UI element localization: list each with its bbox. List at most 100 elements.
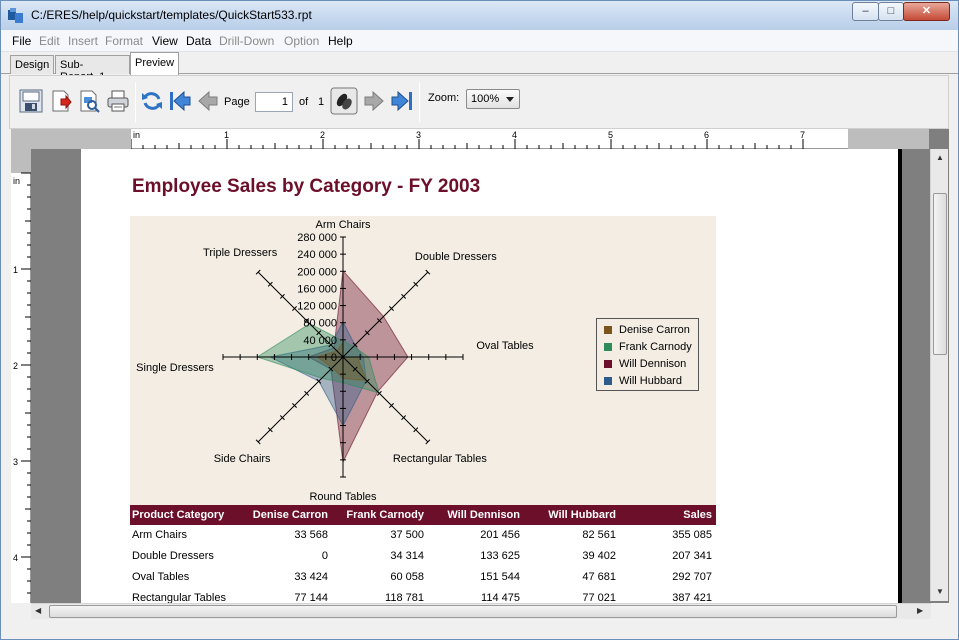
page-setup-icon[interactable] — [77, 89, 101, 113]
ruler-label: 3 — [13, 457, 18, 467]
status-bar — [1, 621, 958, 639]
goto-page-icon[interactable] — [330, 87, 358, 115]
radar-tick-label: 40 000 — [303, 335, 337, 347]
ruler-unit: in — [133, 130, 141, 140]
close-button[interactable]: ✕ — [903, 2, 950, 21]
report-preview-area[interactable]: 1 2 3 4 5 6 7 in 1 2 3 4 in Employee Sales by Cat… — [11, 129, 949, 603]
tab-sub-report[interactable]: Sub-Report_1 — [55, 55, 130, 83]
preview-toolbar: Page 1 of 1 Zoom: 100% — [9, 75, 949, 129]
horizontal-ruler: 1 2 3 4 5 6 7 in — [31, 129, 929, 149]
view-tabs: Design Sub-Report_1 Preview — [1, 52, 958, 83]
ruler-unit: in — [13, 176, 21, 186]
zoom-label: Zoom: — [428, 92, 460, 104]
scroll-up-icon[interactable]: ▲ — [936, 153, 944, 162]
print-icon[interactable] — [106, 89, 130, 113]
page-number-input[interactable]: 1 — [255, 92, 293, 112]
table-cell: 133 625 — [480, 550, 520, 562]
table-cell: 387 421 — [672, 592, 712, 603]
column-header: Will Hubbard — [548, 509, 616, 521]
ruler-label: 4 — [13, 553, 18, 563]
table-cell: Oval Tables — [132, 571, 190, 583]
toolbar-separator — [419, 82, 420, 122]
app-window: C:/ERES/help/quickstart/templates/QuickS… — [0, 0, 959, 640]
toolbar-separator — [135, 82, 136, 122]
table-cell: 39 402 — [582, 550, 616, 562]
table-row: Double Dressers 0 34 314 133 625 39 402 … — [130, 546, 716, 567]
radar-tick-label: 240 000 — [297, 249, 337, 261]
table-cell: 114 475 — [481, 592, 520, 603]
chart-legend: Denise Carron Frank Carnody Will Denniso… — [596, 318, 699, 391]
scroll-left-icon[interactable]: ◀ — [35, 606, 41, 615]
export-icon[interactable] — [49, 89, 73, 113]
table-cell: 77 144 — [294, 592, 328, 603]
menu-edit[interactable]: Edit — [39, 34, 60, 48]
table-header: Product Category Denise Carron Frank Car… — [130, 505, 716, 525]
menu-drill-down[interactable]: Drill-Down — [219, 34, 274, 48]
legend-swatch — [604, 360, 612, 368]
ruler-label: 6 — [704, 130, 709, 140]
last-page-icon[interactable] — [390, 89, 414, 113]
tab-preview[interactable]: Preview — [130, 52, 179, 75]
menu-view[interactable]: View — [152, 34, 178, 48]
first-page-icon[interactable] — [168, 89, 192, 113]
zoom-select[interactable]: 100% — [466, 89, 520, 109]
radar-tick-label: 0 — [331, 352, 337, 364]
column-header: Will Dennison — [447, 509, 520, 521]
ruler-label: 7 — [800, 130, 805, 140]
menu-data[interactable]: Data — [186, 34, 211, 48]
table-cell: Rectangular Tables — [132, 592, 226, 603]
tab-design[interactable]: Design — [10, 55, 54, 74]
radar-tick-label: 120 000 — [297, 301, 337, 313]
horizontal-scroll-thumb[interactable] — [49, 605, 897, 618]
menu-option[interactable]: Option — [284, 34, 319, 48]
table-cell: 37 500 — [390, 529, 424, 541]
ruler-label: 5 — [608, 130, 613, 140]
scroll-right-icon[interactable]: ▶ — [917, 606, 923, 615]
previous-page-icon[interactable] — [196, 89, 220, 113]
column-header: Product Category — [132, 509, 225, 521]
table-cell: 207 341 — [672, 550, 712, 562]
next-page-icon[interactable] — [362, 89, 386, 113]
ruler-label: 3 — [416, 130, 421, 140]
vertical-scroll-thumb[interactable] — [933, 193, 947, 355]
table-cell: 47 681 — [582, 571, 616, 583]
maximize-button[interactable]: □ — [878, 2, 904, 21]
menu-file[interactable]: File — [12, 34, 31, 48]
scroll-down-icon[interactable]: ▼ — [936, 587, 944, 596]
ruler-label: 1 — [13, 265, 18, 275]
save-icon[interactable] — [19, 89, 43, 113]
table-cell: 34 314 — [390, 550, 424, 562]
legend-swatch — [604, 377, 612, 385]
legend-label: Will Hubbard — [619, 375, 682, 387]
window-title: C:/ERES/help/quickstart/templates/QuickS… — [31, 8, 312, 22]
horizontal-scrollbar[interactable]: ◀ ▶ — [31, 603, 931, 619]
radar-tick-label: 280 000 — [297, 232, 337, 244]
radar-category-label: Double Dressers — [415, 251, 497, 263]
table-cell: 0 — [321, 550, 328, 562]
ruler-label: 4 — [512, 130, 517, 140]
menu-format[interactable]: Format — [105, 34, 143, 48]
legend-label: Frank Carnody — [619, 341, 692, 353]
title-bar[interactable]: C:/ERES/help/quickstart/templates/QuickS… — [1, 1, 958, 30]
zoom-value: 100% — [471, 93, 500, 105]
vertical-scrollbar[interactable]: ▲ ▼ — [930, 149, 948, 601]
minimize-button[interactable]: – — [852, 2, 879, 21]
table-cell: 77 021 — [582, 592, 616, 603]
refresh-icon[interactable] — [140, 89, 164, 113]
page-total: 1 — [318, 96, 325, 108]
radar-tick-label: 200 000 — [297, 266, 337, 278]
menu-help[interactable]: Help — [328, 34, 353, 48]
table-cell: 292 707 — [672, 571, 712, 583]
legend-swatch — [604, 326, 612, 334]
legend-label: Will Dennison — [619, 358, 687, 370]
table-cell: 201 456 — [480, 529, 520, 541]
radar-category-label: Single Dressers — [136, 362, 214, 374]
radar-category-label: Triple Dressers — [203, 247, 278, 259]
radar-category-label: Rectangular Tables — [393, 453, 487, 465]
chevron-down-icon — [506, 97, 514, 102]
table-row: Rectangular Tables 77 144 118 781 114 47… — [130, 588, 716, 603]
ruler-ticks: 1 2 3 4 5 6 7 — [130, 130, 805, 149]
ruler-label: 1 — [224, 130, 229, 140]
menu-insert[interactable]: Insert — [68, 34, 98, 48]
column-header: Denise Carron — [252, 509, 328, 521]
